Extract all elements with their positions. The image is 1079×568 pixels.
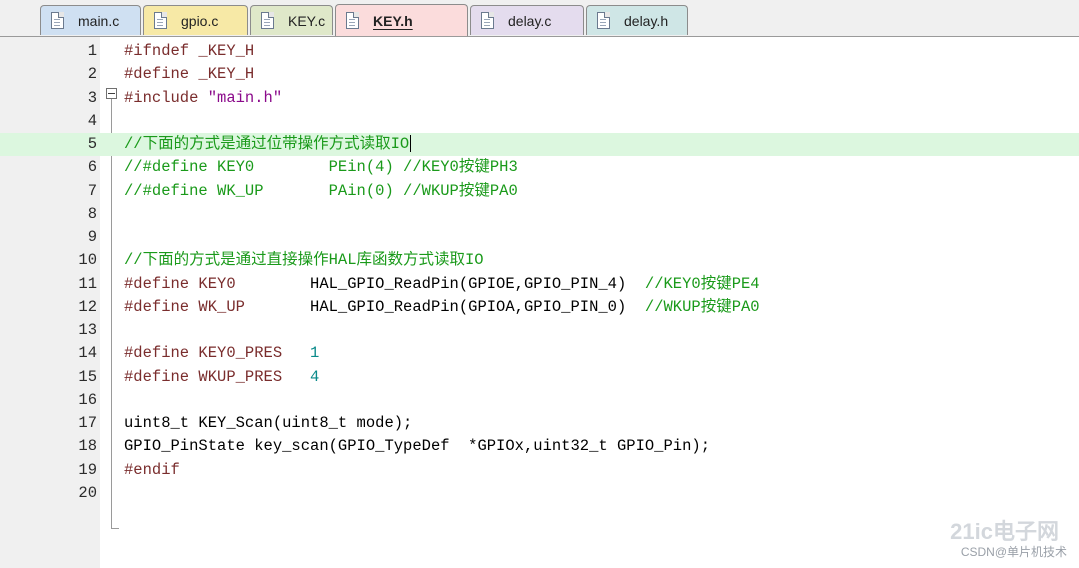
tab-delay-c[interactable]: delay.c <box>470 5 584 35</box>
tab-label: delay.c <box>508 12 552 29</box>
code-text: //#define WK_UP PAin(0) //WKUP按键PA0 <box>124 180 518 203</box>
code-token: //下面的方式是通过位带操作方式读取IO <box>124 135 410 153</box>
code-line[interactable]: 13 <box>0 319 1079 342</box>
fold-end-marker <box>111 528 119 529</box>
code-token: #define KEY0 <box>124 274 311 293</box>
line-number: 8 <box>87 204 97 223</box>
line-number: 20 <box>78 483 97 502</box>
code-text: #define KEY0_PRES 1 <box>124 342 319 365</box>
line-number: 18 <box>78 437 97 456</box>
code-line[interactable]: 12 #define WK_UP HAL_GPIO_ReadPin(GPIOA,G… <box>0 296 1079 319</box>
code-token: "main.h" <box>207 88 283 107</box>
code-line[interactable]: 9 <box>0 226 1079 249</box>
code-token: 4 <box>310 367 320 386</box>
code-text: #ifndef _KEY_H <box>124 40 254 63</box>
file-icon <box>346 12 359 29</box>
code-token: //KEY0按键PE4 <box>644 274 760 293</box>
tab-label: delay.h <box>624 12 669 29</box>
file-icon <box>51 12 64 29</box>
code-line[interactable]: 20 <box>0 482 1079 505</box>
text-caret <box>410 135 412 153</box>
line-number: 15 <box>78 367 97 386</box>
code-line[interactable]: 11 #define KEY0 HAL_GPIO_ReadPin(GPIOE,GP… <box>0 273 1079 296</box>
tab-key-c[interactable]: KEY.c <box>250 5 333 35</box>
tab-label: KEY.c <box>288 12 326 29</box>
code-line[interactable]: 2 #define _KEY_H <box>0 63 1079 86</box>
code-line[interactable]: 18 GPIO_PinState key_scan(GPIO_TypeDef *G… <box>0 435 1079 458</box>
tab-label: gpio.c <box>181 12 219 29</box>
code-text: //下面的方式是通过位带操作方式读取IO <box>124 133 412 156</box>
code-text: #define KEY0 HAL_GPIO_ReadPin(GPIOE,GPIO… <box>124 273 760 296</box>
line-number: 17 <box>78 414 97 432</box>
code-text: //下面的方式是通过直接操作HAL库函数方式读取IO <box>124 249 484 272</box>
code-line[interactable]: 17 uint8_t KEY_Scan(uint8_t mode); <box>0 412 1079 435</box>
code-line[interactable]: 19 #endif <box>0 459 1079 482</box>
tab-gpio-c[interactable]: gpio.c <box>143 5 248 35</box>
line-number: 7 <box>87 181 97 200</box>
code-text: //#define KEY0 PEin(4) //KEY0按键PH3 <box>124 156 518 179</box>
code-line[interactable]: 7 //#define WK_UP PAin(0) //WKUP按键PA0 <box>0 180 1079 203</box>
line-number: 10 <box>78 251 97 270</box>
code-line[interactable]: 16 <box>0 389 1079 412</box>
code-text: #define _KEY_H <box>124 63 254 86</box>
code-token: HAL_GPIO_ReadPin(GPIOE,GPIO_PIN_4) <box>310 274 645 293</box>
code-line[interactable]: 6 //#define KEY0 PEin(4) //KEY0按键PH3 <box>0 156 1079 179</box>
code-text: #define WKUP_PRES 4 <box>124 366 319 389</box>
code-token: uint8_t KEY_Scan(uint8_t mode); <box>124 414 413 432</box>
code-token: #define WK_UP <box>124 297 311 316</box>
code-token: #ifndef _KEY_H <box>124 42 255 60</box>
tab-main-c[interactable]: main.c <box>40 5 141 35</box>
watermark-text: CSDN@单片机技术 <box>960 545 1067 559</box>
code-line[interactable]: 4 <box>0 110 1079 133</box>
code-line[interactable]: 8 <box>0 203 1079 226</box>
code-line[interactable]: 3 #include "main.h" <box>0 87 1079 110</box>
line-number: 19 <box>78 460 97 479</box>
code-token: #include <box>124 88 208 107</box>
code-token: //WKUP按键PA0 <box>644 297 760 316</box>
code-editor[interactable]: 1 #ifndef _KEY_H 2 #define _KEY_H 3 #include … <box>0 37 1079 568</box>
code-text: uint8_t KEY_Scan(uint8_t mode); <box>124 412 412 435</box>
line-number: 9 <box>87 228 97 246</box>
line-number: 6 <box>87 158 97 177</box>
line-number: 13 <box>78 321 97 339</box>
tab-label: main.c <box>78 12 120 29</box>
code-line[interactable]: 5 //下面的方式是通过位带操作方式读取IO <box>0 133 1079 156</box>
tab-key-h[interactable]: KEY.h <box>335 4 468 36</box>
code-token: #define KEY0_PRES <box>124 344 311 363</box>
code-text: GPIO_PinState key_scan(GPIO_TypeDef *GPI… <box>124 435 710 458</box>
code-line[interactable]: 1 #ifndef _KEY_H <box>0 40 1079 63</box>
file-icon <box>154 12 167 29</box>
line-number: 5 <box>87 135 97 153</box>
tab-delay-h[interactable]: delay.h <box>586 5 688 35</box>
line-number: 3 <box>87 88 97 107</box>
file-icon <box>481 12 494 29</box>
code-token: //#define KEY0 PEin(4) //KEY0按键PH3 <box>124 158 518 177</box>
code-line[interactable]: 15 #define WKUP_PRES 4 <box>0 366 1079 389</box>
watermark-logo: 21ic电子网 <box>950 519 1059 544</box>
line-number: 4 <box>87 111 97 130</box>
code-token: //#define WK_UP PAin(0) //WKUP按键PA0 <box>124 181 518 200</box>
line-number: 1 <box>87 42 97 60</box>
line-number: 11 <box>78 274 97 293</box>
line-number: 14 <box>78 344 97 363</box>
code-token: 1 <box>310 344 320 363</box>
code-token: #endif <box>124 460 180 479</box>
code-text: #endif <box>124 459 180 482</box>
tab-bar: main.c gpio.c KEY.c KEY.h delay.c delay.h <box>0 0 1079 37</box>
code-line[interactable]: 14 #define KEY0_PRES 1 <box>0 342 1079 365</box>
code-token: #define _KEY_H <box>124 65 255 84</box>
line-number: 16 <box>78 390 97 409</box>
code-token: HAL_GPIO_ReadPin(GPIOA,GPIO_PIN_0) <box>310 297 645 316</box>
tab-label: KEY.h <box>373 12 413 29</box>
code-token: #define WKUP_PRES <box>124 367 311 386</box>
file-icon <box>597 12 610 29</box>
code-line[interactable]: 10 //下面的方式是通过直接操作HAL库函数方式读取IO <box>0 249 1079 272</box>
line-number: 12 <box>78 297 97 316</box>
code-text: #include "main.h" <box>124 87 282 110</box>
code-token: //下面的方式是通过直接操作HAL库函数方式读取IO <box>124 251 484 270</box>
code-token: GPIO_PinState key_scan(GPIO_TypeDef *GPI… <box>124 437 710 456</box>
line-number: 2 <box>87 65 97 84</box>
file-icon <box>261 12 274 29</box>
code-text: #define WK_UP HAL_GPIO_ReadPin(GPIOA,GPI… <box>124 296 760 319</box>
